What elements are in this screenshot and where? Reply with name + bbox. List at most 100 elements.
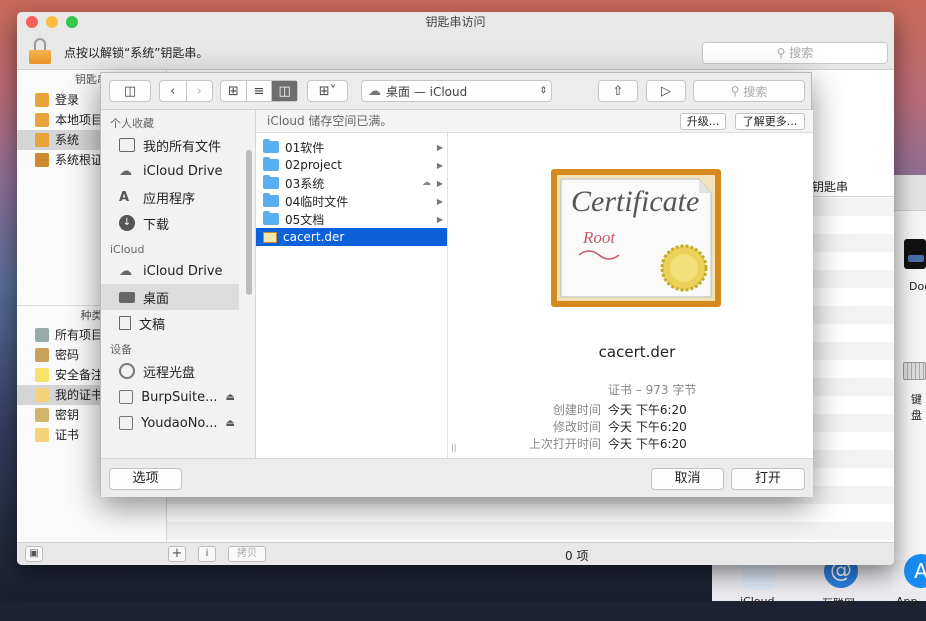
location-label: 桌面 — iCloud — [386, 84, 468, 99]
column-header-keychain[interactable]: 钥匙串 — [812, 178, 848, 195]
cloud-icon: ☁ — [119, 263, 132, 279]
pen-icon — [35, 348, 49, 362]
location-popup[interactable]: ☁ 桌面 — iCloud ⇕ — [361, 80, 552, 102]
open-button[interactable]: 打开 — [731, 468, 805, 490]
eject-icon[interactable]: ⏏ — [226, 418, 235, 429]
sidebar-item-all-files[interactable]: 我的所有文件 — [101, 132, 255, 158]
cloud-icon: ☁ — [368, 83, 381, 99]
dock-preference-label: Doc — [909, 280, 926, 293]
sidebar-item-icloud-drive[interactable]: ☁ iCloud Drive — [101, 158, 255, 184]
share-button[interactable]: ⇧ — [598, 80, 638, 102]
copy-button[interactable]: 拷贝 — [228, 546, 266, 562]
list-view-icon[interactable]: ≡ — [247, 81, 273, 101]
show-info-panel-icon[interactable]: ▣ — [25, 546, 43, 562]
sidebar-scrollbar[interactable] — [246, 150, 252, 295]
folder-icon — [263, 175, 279, 189]
column-view-icon[interactable]: ◫ — [272, 81, 298, 101]
sidebar-item-desktop[interactable]: 桌面 — [101, 284, 239, 310]
disclosure-arrow-icon: ▶ — [436, 178, 443, 188]
eject-icon[interactable]: ⏏ — [226, 392, 235, 403]
last-opened-label: 上次打开时间 — [528, 437, 601, 451]
all-files-icon — [119, 138, 135, 152]
open-file-dialog: ◫ ‹ › ⊞ ≡ ◫ ⊞˅ ☁ 桌面 — iCloud ⇕ ⇧ ▷ ⚲ 搜索 … — [100, 72, 813, 497]
lock-icon[interactable] — [29, 38, 51, 64]
disclosure-arrow-icon: ▶ — [436, 214, 443, 224]
sidebar-item-documents[interactable]: 文稿 — [101, 310, 255, 336]
info-button[interactable]: i — [198, 546, 216, 562]
keyboard-preference-icon[interactable] — [903, 362, 926, 380]
disclosure-arrow-icon: ▶ — [436, 160, 443, 170]
devices-header: 设备 — [110, 343, 132, 356]
dock-preference-icon[interactable] — [904, 239, 926, 269]
sidebar-item-youdaonote[interactable]: YoudaoNo... ⏏ — [101, 410, 255, 436]
applications-icon: A — [119, 189, 130, 205]
sidebar-item-downloads[interactable]: ↓ 下载 — [101, 210, 255, 236]
list-item[interactable]: 02project ▶ — [256, 156, 447, 174]
sidebar-item-burpsuite[interactable]: BurpSuite... ⏏ — [101, 384, 255, 410]
last-opened-value: 今天 下午6:20 — [608, 437, 687, 451]
sidebar-item-icloud-drive-2[interactable]: ☁ iCloud Drive — [101, 258, 255, 284]
certificate-icon — [35, 388, 49, 402]
list-item[interactable]: 03系统 ☁ ▶ — [256, 174, 447, 192]
tag-button[interactable]: ▷ — [646, 80, 686, 102]
keychain-bottom-bar: ▣ + i 拷贝 0 项 — [17, 542, 894, 565]
window-controls — [26, 16, 78, 28]
sidebar-item-remote-disc[interactable]: 远程光盘 — [101, 358, 255, 384]
learn-more-button[interactable]: 了解更多... — [735, 113, 805, 130]
preview-kind-size: 证书 – 973 字节 — [608, 383, 697, 397]
keychain-toolbar: 点按以解锁“系统”钥匙串。 ⚲ 搜索 — [17, 32, 894, 70]
list-item-selected[interactable]: cacert.der — [256, 228, 447, 246]
dialog-toolbar: ◫ ‹ › ⊞ ≡ ◫ ⊞˅ ☁ 桌面 — iCloud ⇕ ⇧ ▷ ⚲ 搜索 — [101, 73, 811, 110]
unlock-hint: 点按以解锁“系统”钥匙串。 — [64, 46, 209, 60]
sidebar-toggle-button[interactable]: ◫ — [109, 80, 151, 102]
created-value: 今天 下午6:20 — [608, 403, 687, 417]
lock-icon — [35, 133, 49, 147]
lock-open-icon — [35, 113, 49, 127]
disc-icon — [119, 363, 135, 379]
dock-label-icloud: iCloud — [740, 595, 775, 608]
cloud-download-icon: ☁ — [422, 178, 431, 188]
file-browser: iCloud 储存空间已满。 升级... 了解更多... 01软件 ▶ 02pro… — [256, 110, 813, 458]
search-placeholder: 搜索 — [789, 46, 814, 60]
close-button[interactable] — [26, 16, 38, 28]
folder-icon — [263, 139, 279, 153]
forward-button[interactable]: › — [187, 81, 213, 101]
cloud-icon: ☁ — [119, 163, 132, 179]
file-column: 01软件 ▶ 02project ▶ 03系统 ☁ ▶ 04临时文件 ▶ 05文档 ▶ ca… — [256, 133, 448, 458]
lock-open-icon — [35, 93, 49, 107]
options-button[interactable]: 选项 — [109, 468, 182, 490]
people-icon — [35, 328, 49, 342]
icloud-storage-banner: iCloud 储存空间已满。 升级... 了解更多... — [256, 110, 813, 133]
certificate-icon — [35, 428, 49, 442]
arrange-menu-button[interactable]: ⊞˅ — [307, 80, 348, 102]
desktop-icon — [119, 291, 135, 303]
dialog-search-field[interactable]: ⚲ 搜索 — [693, 80, 805, 102]
icon-view-icon[interactable]: ⊞ — [221, 81, 247, 101]
column-resize-handle[interactable]: || — [451, 443, 456, 452]
tag-icon: ▷ — [661, 83, 671, 99]
modified-value: 今天 下午6:20 — [608, 420, 687, 434]
search-icon: ⚲ — [730, 84, 740, 98]
upgrade-button[interactable]: 升级... — [680, 113, 726, 130]
list-item[interactable]: 01软件 ▶ — [256, 138, 447, 156]
keychain-search-field[interactable]: ⚲ 搜索 — [702, 42, 888, 64]
window-title: 钥匙串访问 — [425, 15, 486, 29]
documents-icon — [119, 316, 131, 330]
chevron-updown-icon: ⇕ — [539, 86, 547, 96]
app-store-icon[interactable]: A — [904, 554, 926, 588]
list-item[interactable]: 04临时文件 ▶ — [256, 192, 447, 210]
preview-filename: cacert.der — [598, 343, 676, 361]
add-item-button[interactable]: + — [168, 546, 186, 562]
search-placeholder: 搜索 — [743, 84, 768, 99]
certificate-icon: Certificate Root — [551, 169, 721, 307]
zoom-button[interactable] — [66, 16, 78, 28]
back-button[interactable]: ‹ — [160, 81, 187, 101]
cabinet-icon — [35, 153, 49, 167]
cancel-button[interactable]: 取消 — [651, 468, 724, 490]
sidebar-item-applications[interactable]: A 应用程序 — [101, 184, 255, 210]
download-icon: ↓ — [119, 215, 135, 231]
drive-icon — [119, 390, 134, 404]
list-item[interactable]: 05文档 ▶ — [256, 210, 447, 228]
dialog-footer: 选项 取消 打开 — [101, 458, 813, 497]
minimize-button[interactable] — [46, 16, 58, 28]
